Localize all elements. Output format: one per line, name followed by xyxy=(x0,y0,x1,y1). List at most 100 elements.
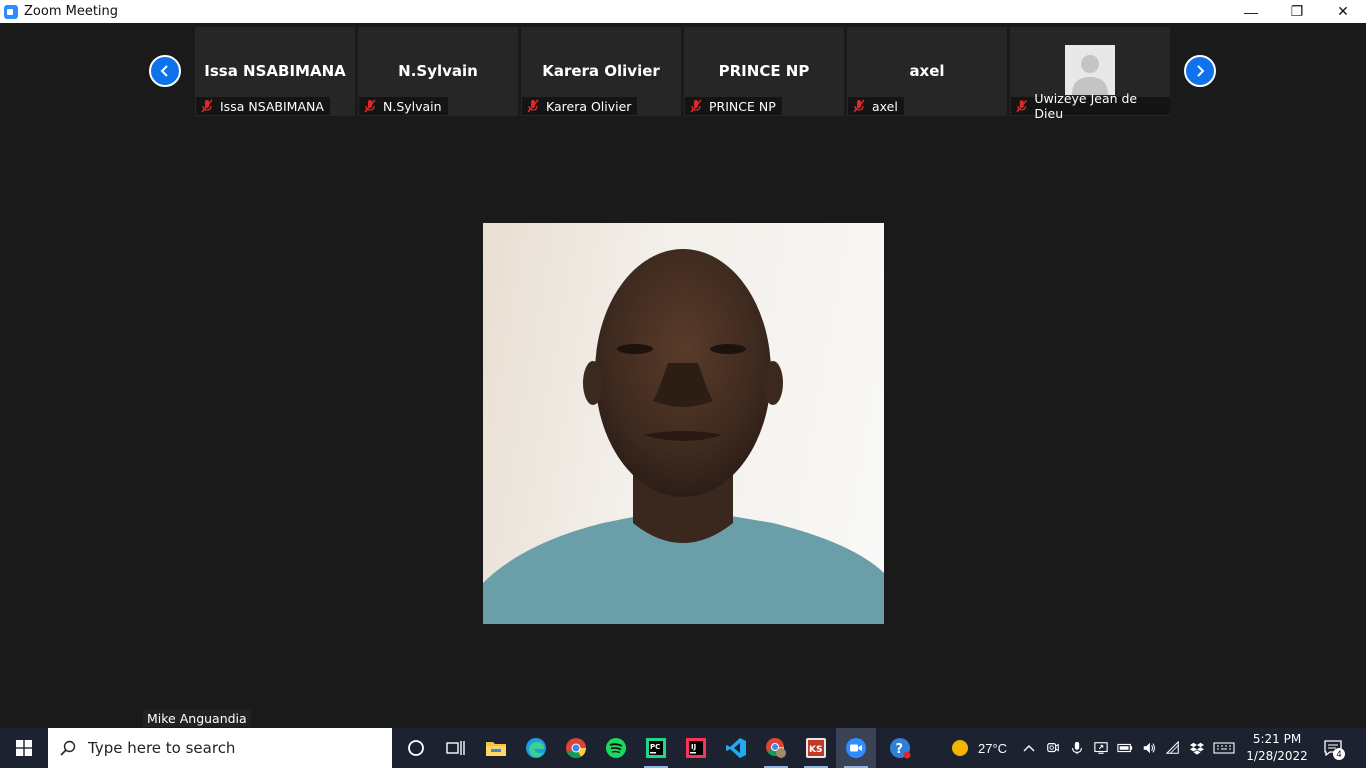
svg-text:PC: PC xyxy=(650,743,660,751)
start-button[interactable] xyxy=(0,728,48,768)
weather-button[interactable] xyxy=(948,728,972,768)
participant-tile[interactable]: N.Sylvain N.Sylvain xyxy=(358,27,518,116)
edge-button[interactable] xyxy=(516,728,556,768)
microphone-tray-button[interactable] xyxy=(1065,728,1089,768)
chrome-profile-button[interactable] xyxy=(756,728,796,768)
system-tray: 27°C 5:21 PM 1/28/2022 4 xyxy=(948,728,1351,768)
task-view-button[interactable] xyxy=(436,728,476,768)
title-bar: Zoom Meeting — ❐ ✕ xyxy=(0,0,1366,23)
previous-page-button[interactable] xyxy=(149,55,181,87)
taskbar: Type here to search PC IJ KS ? 27°C 5:21… xyxy=(0,728,1366,768)
pycharm-icon: PC xyxy=(646,738,666,758)
chrome-icon xyxy=(566,738,587,759)
taskbar-search-box[interactable]: Type here to search xyxy=(48,728,392,768)
notification-center-button[interactable]: 4 xyxy=(1315,728,1351,768)
volume-tray-button[interactable] xyxy=(1137,728,1161,768)
close-button[interactable]: ✕ xyxy=(1320,0,1366,23)
mic-muted-icon xyxy=(1016,99,1028,113)
screen-share-tray-button[interactable] xyxy=(1089,728,1113,768)
cortana-button[interactable] xyxy=(396,728,436,768)
weather-temperature[interactable]: 27°C xyxy=(978,741,1007,756)
keyboard-icon xyxy=(1213,742,1235,754)
window-title: Zoom Meeting xyxy=(24,4,119,19)
mic-muted-icon xyxy=(853,99,865,113)
restore-button[interactable]: ❐ xyxy=(1274,0,1320,23)
svg-text:?: ? xyxy=(896,742,904,757)
wifi-icon xyxy=(1166,741,1179,754)
dropbox-tray-button[interactable] xyxy=(1185,728,1209,768)
mic-muted-icon xyxy=(364,99,376,113)
mic-muted-icon xyxy=(690,99,702,113)
participant-label-text: Karera Olivier xyxy=(546,98,632,114)
task-view-icon xyxy=(446,741,465,755)
file-explorer-icon xyxy=(486,742,506,756)
search-icon xyxy=(60,740,76,756)
cortana-icon xyxy=(408,740,424,756)
participant-tile[interactable]: Karera Olivier Karera Olivier xyxy=(521,27,681,116)
jetbrains-tool-icon: KS xyxy=(806,738,826,758)
next-page-button[interactable] xyxy=(1184,55,1216,87)
meeting-area: Issa NSABIMANA Issa NSABIMANA N.Sylvain … xyxy=(0,23,1366,728)
camera-icon xyxy=(1047,743,1059,753)
spotify-icon xyxy=(606,738,626,758)
participant-label-text: N.Sylvain xyxy=(383,98,442,114)
screen-share-icon xyxy=(1094,742,1108,754)
speaker-video-frame xyxy=(483,249,884,624)
participant-tile[interactable]: Issa NSABIMANA Issa NSABIMANA xyxy=(195,27,355,116)
participant-display-name: Karera Olivier xyxy=(542,62,660,80)
intellij-button[interactable]: IJ xyxy=(676,728,716,768)
svg-text:KS: KS xyxy=(809,745,822,755)
file-explorer-button[interactable] xyxy=(476,728,516,768)
battery-icon xyxy=(1117,743,1133,753)
mic-muted-icon xyxy=(527,99,539,113)
help-icon: ? xyxy=(890,738,911,759)
participant-label: PRINCE NP xyxy=(685,97,782,115)
dropbox-icon xyxy=(1190,742,1205,755)
chrome-button[interactable] xyxy=(556,728,596,768)
participant-tile[interactable]: axel axel xyxy=(847,27,1007,116)
chrome-profile-icon xyxy=(766,738,786,758)
participant-label-text: Uwizeye Jean de Dieu xyxy=(1034,91,1138,121)
active-speaker-video[interactable] xyxy=(483,223,884,624)
zoom-icon xyxy=(846,738,866,758)
network-tray-button[interactable] xyxy=(1161,728,1185,768)
zoom-app-icon xyxy=(4,4,18,19)
speaker-icon xyxy=(1143,742,1156,754)
participant-display-name: N.Sylvain xyxy=(398,62,478,80)
search-placeholder: Type here to search xyxy=(88,739,236,757)
spotify-button[interactable] xyxy=(596,728,636,768)
vscode-icon xyxy=(726,738,746,758)
clock-date: 1/28/2022 xyxy=(1246,749,1308,763)
windows-logo-icon xyxy=(16,740,32,756)
mic-muted-icon xyxy=(201,99,213,113)
taskbar-clock[interactable]: 5:21 PM 1/28/2022 xyxy=(1239,731,1315,765)
battery-tray-button[interactable] xyxy=(1113,728,1137,768)
minimize-button[interactable]: — xyxy=(1228,0,1274,23)
participant-tile[interactable]: Uwizeye Jean de Dieu xyxy=(1010,27,1170,121)
help-button[interactable]: ? xyxy=(880,728,920,768)
pycharm-button[interactable]: PC xyxy=(636,728,676,768)
keyboard-tray-button[interactable] xyxy=(1209,728,1239,768)
participant-display-name: axel xyxy=(909,62,945,80)
jetbrains-tool-button[interactable]: KS xyxy=(796,728,836,768)
intellij-icon: IJ xyxy=(686,738,706,758)
svg-text:IJ: IJ xyxy=(691,743,696,751)
participant-label: Karera Olivier xyxy=(522,97,638,115)
participant-strip: Issa NSABIMANA Issa NSABIMANA N.Sylvain … xyxy=(195,27,1170,121)
sun-icon xyxy=(952,740,968,756)
participant-tile[interactable]: PRINCE NP PRINCE NP xyxy=(684,27,844,116)
window-controls: — ❐ ✕ xyxy=(1228,0,1366,23)
edge-icon xyxy=(526,738,546,758)
vscode-button[interactable] xyxy=(716,728,756,768)
show-hidden-icons-button[interactable] xyxy=(1017,728,1041,768)
participant-label-text: axel xyxy=(872,98,898,114)
participant-display-name: Issa NSABIMANA xyxy=(204,62,346,80)
participant-label: Issa NSABIMANA xyxy=(196,97,330,115)
meet-now-button[interactable] xyxy=(1041,728,1065,768)
zoom-button[interactable] xyxy=(836,728,876,768)
microphone-icon xyxy=(1072,741,1082,755)
chevron-right-icon xyxy=(1197,65,1205,77)
participant-label: N.Sylvain xyxy=(359,97,448,115)
participant-display-name: PRINCE NP xyxy=(718,62,810,80)
notification-count-badge: 4 xyxy=(1333,748,1346,760)
